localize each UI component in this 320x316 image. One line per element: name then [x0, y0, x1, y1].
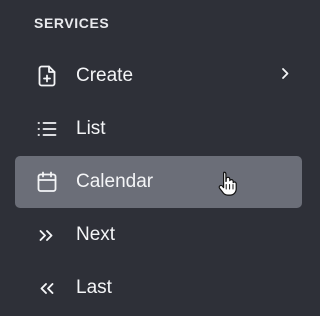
menu-item-label: Calendar: [76, 171, 154, 192]
menu-item-create[interactable]: Create: [15, 50, 302, 102]
menu-item-label: Create: [76, 65, 134, 86]
hand-pointer-icon: [218, 170, 238, 196]
menu-item-list[interactable]: List: [15, 103, 302, 155]
menu-item-next[interactable]: Next: [15, 209, 302, 261]
double-chevron-left-icon: [35, 276, 59, 300]
services-menu: SERVICES Create List Calendar Next Last: [0, 0, 318, 316]
file-plus-icon: [35, 64, 59, 88]
double-chevron-right-icon: [35, 223, 59, 247]
menu-item-last[interactable]: Last: [15, 262, 302, 314]
menu-item-label: Last: [76, 277, 112, 298]
chevron-right-icon: [277, 63, 293, 83]
list-icon: [35, 117, 59, 141]
menu-item-label: List: [76, 118, 106, 139]
calendar-icon: [35, 170, 59, 194]
menu-item-label: Next: [76, 224, 116, 245]
menu-item-calendar[interactable]: Calendar: [15, 156, 302, 208]
section-title: SERVICES: [34, 15, 110, 31]
